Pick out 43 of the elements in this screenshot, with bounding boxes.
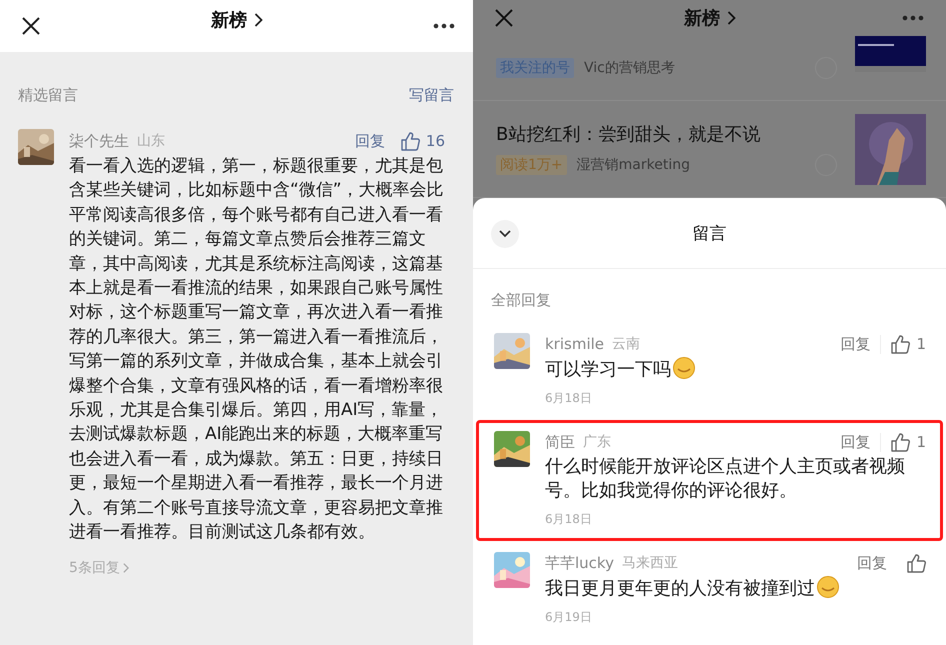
commenter-name: 柒个先生 <box>69 132 129 150</box>
comment-text: 看一看入选的逻辑，第一，标题很重要，尤其是包含某些关键词，比如标题中含“微信”，大概率会比平常阅读高很多倍，每个账号都有自己进入看一看的关键词。第二，每篇文章点赞后会推荐三篇文章，其中高阅读，尤其是系统标注高阅读，这篇基本上就是看一看推流的结果，如果跟自己账号属性对标，这个标题重写一篇文章，再次进入看一看推荐的几率很大。第三，第一篇进入看一看推流后，写第一篇的系列文章，并做成合集，基本上就会引爆整个合集，文章有强风格的话，看一看增粉率很乐观，尤其是合集引爆后。第四，用AI写，靠量，去测试爆款标题，AI能跑出来的标题，大概率重写也会进入看一看，成为爆款。第五：日更，持续日更，最短一个星期进入看一看推荐，最长一个月进入。有第二个账号直接导流文章，更容易把文章推进看一看推荐。目前测试这几条都有效。 <box>69 155 445 544</box>
thumbs-up-icon[interactable] <box>891 334 910 354</box>
comment-date: 6月18日 <box>545 511 593 528</box>
reply-link[interactable]: 回复 <box>354 132 385 150</box>
commenter-name: 芊芊lucky <box>545 554 614 572</box>
write-comment-link[interactable]: 写留言 <box>409 86 454 105</box>
section-title: 精选留言 <box>18 86 78 105</box>
page-title[interactable]: 新榜 <box>211 8 247 32</box>
commenter-region: 广东 <box>583 433 611 451</box>
article-title[interactable]: B站挖红利：尝到甜头，就是不说 <box>496 122 855 146</box>
commenter-region: 云南 <box>612 335 640 353</box>
chevron-right-icon <box>254 13 262 27</box>
thumbs-up-icon[interactable] <box>400 132 420 150</box>
chevron-right-icon <box>122 562 129 572</box>
comment-text: 可以学习一下吗 <box>545 357 931 382</box>
chevron-right-icon <box>727 11 735 25</box>
commenter-region: 马来西亚 <box>622 554 678 572</box>
thumbs-up-icon[interactable] <box>891 432 910 452</box>
page-title[interactable]: 新榜 <box>684 6 720 30</box>
like-count: 16 <box>426 132 445 150</box>
article-source: Vic的营销思考 <box>584 59 675 77</box>
more-icon[interactable] <box>433 23 455 29</box>
article-tag: 阅读1万+ <box>496 155 567 175</box>
commenter-name: 简臣 <box>545 432 575 452</box>
comment-text: 什么时候能开放评论区点进个人主页或者视频号。比如我觉得你的评论很好。 <box>545 455 906 503</box>
reply-link[interactable]: 回复 <box>840 334 880 354</box>
commenter-name: krismile <box>545 335 604 353</box>
comment-text: 我日更月更年更的人没有被撞到过 <box>545 576 931 601</box>
reply-link[interactable]: 回复 <box>840 432 880 452</box>
like-count: 1 <box>916 433 926 451</box>
reply-link[interactable]: 回复 <box>857 554 897 572</box>
commenter-region: 山东 <box>137 132 165 150</box>
chevron-down-icon <box>499 230 511 238</box>
article-source: 湿营销marketing <box>576 156 690 174</box>
collapse-button[interactable] <box>491 220 519 248</box>
sheet-title: 留言 <box>692 222 726 244</box>
section-title: 全部回复 <box>490 290 552 310</box>
comment-date: 6月19日 <box>545 609 593 626</box>
like-count: 1 <box>916 335 926 353</box>
comment-date: 6月18日 <box>545 390 593 407</box>
thumbs-up-icon[interactable] <box>907 554 926 572</box>
close-icon[interactable] <box>22 17 40 35</box>
